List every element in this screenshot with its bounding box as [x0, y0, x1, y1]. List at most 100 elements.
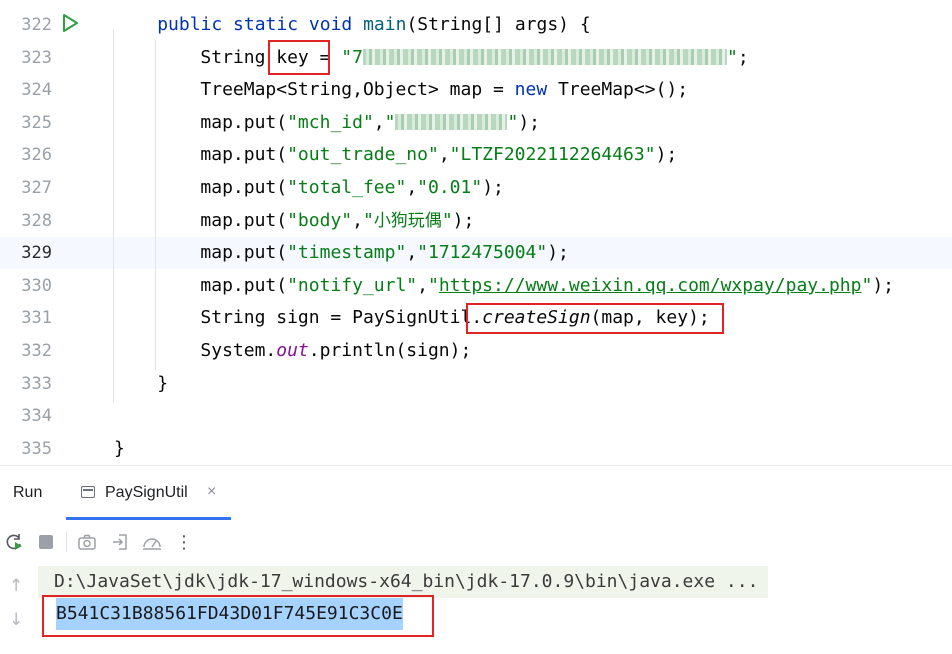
- code-token: "0.01": [417, 177, 483, 198]
- code-token: "7: [341, 47, 363, 68]
- redacted-block: [376, 49, 391, 65]
- highlight-box-key: [268, 40, 330, 75]
- code-token: ,: [438, 144, 450, 165]
- redacted-block: [656, 49, 671, 65]
- gauge-icon: [143, 538, 161, 550]
- redacted-block: [530, 49, 545, 65]
- rerun-icon: [6, 534, 22, 550]
- code-token: ": [726, 47, 738, 68]
- code-token: ": [507, 112, 519, 133]
- code-token: ,: [373, 112, 385, 133]
- code-token: new: [514, 79, 559, 100]
- redacted-block: [572, 49, 587, 65]
- export-button[interactable]: [109, 531, 131, 553]
- camera-icon: [78, 534, 96, 550]
- code-token: out: [276, 340, 309, 361]
- export-icon: [113, 534, 127, 550]
- code-text: map.put("notify_url","https://www.weixin…: [200, 270, 894, 302]
- code-token: TreeMap<>();: [558, 79, 689, 100]
- code-token: TreeMap<String,Object> map =: [200, 79, 515, 100]
- redacted-block: [395, 114, 410, 130]
- redacted-value: [395, 112, 508, 133]
- code-token: map.put(: [200, 275, 288, 296]
- redacted-block: [418, 49, 433, 65]
- code-line[interactable]: 326 map.put("out_trade_no","LTZF202211226…: [0, 139, 952, 171]
- code-token: map.put(: [200, 242, 288, 263]
- line-number: 334: [21, 406, 52, 426]
- code-token: String: [200, 47, 277, 68]
- code-line[interactable]: 334: [0, 400, 952, 432]
- console-gutter: ↑ ↓: [0, 564, 38, 654]
- redacted-block: [558, 49, 573, 65]
- redacted-block: [586, 49, 601, 65]
- line-number: 323: [21, 48, 52, 68]
- code-token: "1712475004": [417, 242, 548, 263]
- code-line[interactable]: 323 String key = "7 ";: [0, 42, 952, 74]
- code-token: public: [157, 14, 234, 35]
- code-token: );: [518, 112, 541, 133]
- code-token: ": [362, 210, 374, 231]
- code-line[interactable]: 333}: [0, 368, 952, 400]
- console-output[interactable]: ↑ ↓ D:\JavaSet\jdk\jdk-17_windows-x64_bi…: [0, 564, 952, 654]
- code-line[interactable]: 327 map.put("total_fee","0.01");: [0, 172, 952, 204]
- tab-paysignutil[interactable]: PaySignUtil ×: [66, 466, 231, 520]
- line-number: 332: [21, 341, 52, 361]
- code-line[interactable]: 325 map.put("mch_id"," ");: [0, 107, 952, 139]
- code-line[interactable]: 322 public static void main(String[] args…: [0, 9, 952, 41]
- indent-guide: [155, 40, 156, 370]
- scroll-up-icon[interactable]: ↑: [9, 576, 23, 596]
- code-text: TreeMap<String,Object> map = new TreeMap…: [200, 74, 688, 106]
- code-text: public static void main(String[] args) {: [157, 9, 591, 41]
- profiler-button[interactable]: [141, 531, 163, 553]
- redacted-block: [451, 114, 466, 130]
- tab-label: PaySignUtil: [105, 484, 188, 501]
- redacted-block: [423, 114, 438, 130]
- scroll-down-icon[interactable]: ↓: [9, 610, 23, 630]
- code-editor[interactable]: 335} 334 333} 332 System.out.println(sign); 3…: [0, 0, 952, 465]
- code-token: void: [308, 14, 364, 35]
- code-token: );: [452, 210, 475, 231]
- redacted-block: [544, 49, 559, 65]
- more-options-button[interactable]: ⋮: [173, 531, 195, 553]
- redacted-value: [362, 47, 727, 68]
- code-token: ": [861, 275, 873, 296]
- code-text: }: [114, 433, 125, 465]
- redacted-block: [493, 114, 508, 130]
- run-toolbar: ⋮: [0, 520, 952, 564]
- redacted-block: [460, 49, 475, 65]
- stop-button[interactable]: [35, 531, 57, 553]
- redacted-block: [516, 49, 531, 65]
- close-icon[interactable]: ×: [207, 483, 216, 501]
- redacted-block: [404, 49, 419, 65]
- redacted-block: [712, 49, 727, 65]
- code-token: 小狗玩偶: [373, 211, 442, 231]
- code-token: ,: [417, 275, 428, 296]
- code-token: "total_fee": [287, 177, 407, 198]
- line-number: 326: [21, 145, 52, 165]
- code-line[interactable]: 335}: [0, 433, 952, 465]
- code-token: "mch_id": [287, 112, 374, 133]
- line-number: 322: [21, 15, 52, 35]
- console-window-icon: [81, 486, 95, 498]
- screenshot-button[interactable]: [76, 531, 98, 553]
- code-line[interactable]: 332 System.out.println(sign);: [0, 335, 952, 367]
- redacted-block: [502, 49, 517, 65]
- code-line[interactable]: 328 map.put("body","小狗玩偶");: [0, 205, 952, 237]
- rerun-button[interactable]: [3, 531, 25, 553]
- line-number: 330: [21, 276, 52, 296]
- code-line[interactable]: 329 map.put("timestamp","1712475004");: [0, 237, 952, 269]
- code-token: map.put(: [200, 144, 288, 165]
- redacted-block: [600, 49, 615, 65]
- redacted-block: [465, 114, 480, 130]
- code-text: map.put("total_fee","0.01");: [200, 172, 503, 204]
- run-gutter-icon[interactable]: [60, 13, 80, 33]
- code-line[interactable]: 324 TreeMap<String,Object> map = new Tree…: [0, 74, 952, 106]
- code-line[interactable]: 330 map.put("notify_url","https://www.wei…: [0, 270, 952, 302]
- redacted-block: [488, 49, 503, 65]
- code-token: ,: [352, 210, 363, 231]
- line-number: 328: [21, 211, 52, 231]
- code-text: System.out.println(sign);: [200, 335, 471, 367]
- redacted-block: [432, 49, 447, 65]
- code-token: static: [233, 14, 309, 35]
- code-token: map.put(: [200, 210, 288, 231]
